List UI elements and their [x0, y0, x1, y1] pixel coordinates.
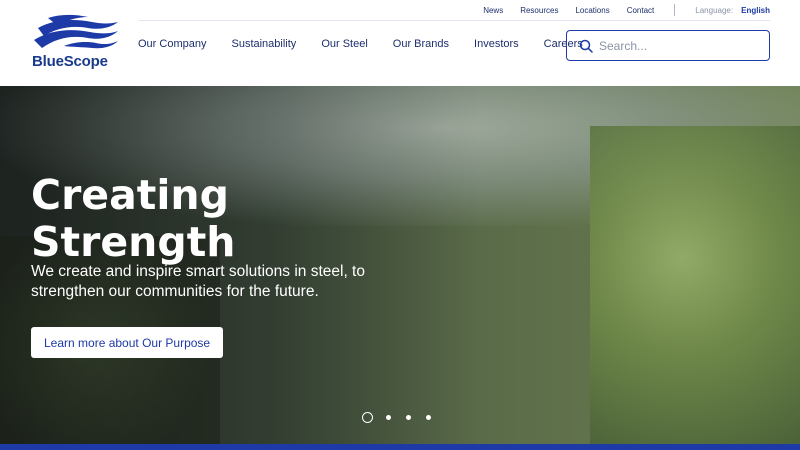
nav-item-our-company[interactable]: Our Company [138, 38, 206, 50]
nav-item-our-steel[interactable]: Our Steel [321, 38, 367, 50]
nav-item-our-brands[interactable]: Our Brands [393, 38, 449, 50]
hero-title: Creating Strength [31, 172, 331, 266]
main-nav: Our Company Sustainability Our Steel Our… [138, 38, 608, 50]
carousel-dot-2[interactable] [386, 415, 391, 420]
site-header: BlueScope News Resources Locations Conta… [0, 0, 800, 86]
bottom-accent-bar [0, 444, 800, 450]
hero-subtitle-line: We create and inspire smart solutions in… [31, 263, 365, 280]
utility-link-resources[interactable]: Resources [520, 6, 558, 15]
hero-subtitle-line: strengthen our communities for the futur… [31, 283, 319, 300]
utility-link-news[interactable]: News [483, 6, 503, 15]
utility-divider-line [138, 20, 770, 21]
carousel-dot-4[interactable] [426, 415, 431, 420]
nav-item-sustainability[interactable]: Sustainability [231, 38, 296, 50]
hero-title-line: Creating [31, 171, 229, 219]
hero-banner: Creating Strength We create and inspire … [0, 86, 800, 444]
carousel-dot-3[interactable] [406, 415, 411, 420]
search-icon [579, 39, 593, 53]
hero-subtitle: We create and inspire smart solutions in… [31, 262, 371, 302]
search-box[interactable] [566, 30, 770, 61]
utility-link-locations[interactable]: Locations [575, 6, 609, 15]
carousel-dot-1[interactable] [362, 412, 373, 423]
utility-nav: News Resources Locations Contact Languag… [466, 0, 770, 20]
carousel-indicators [362, 412, 446, 423]
language-label: Language: [695, 5, 734, 15]
search-input[interactable] [599, 38, 749, 53]
hero-background-foliage [590, 126, 800, 444]
bluescope-logo-icon [34, 14, 118, 49]
utility-link-contact[interactable]: Contact [627, 6, 655, 15]
hero-title-line: Strength [31, 218, 236, 266]
logo-wordmark: BlueScope [32, 53, 108, 70]
nav-item-investors[interactable]: Investors [474, 38, 519, 50]
bluescope-logo[interactable]: BlueScope [28, 14, 122, 72]
utility-divider [674, 4, 676, 16]
learn-more-button[interactable]: Learn more about Our Purpose [31, 327, 224, 358]
language-selector[interactable]: English [741, 6, 770, 15]
